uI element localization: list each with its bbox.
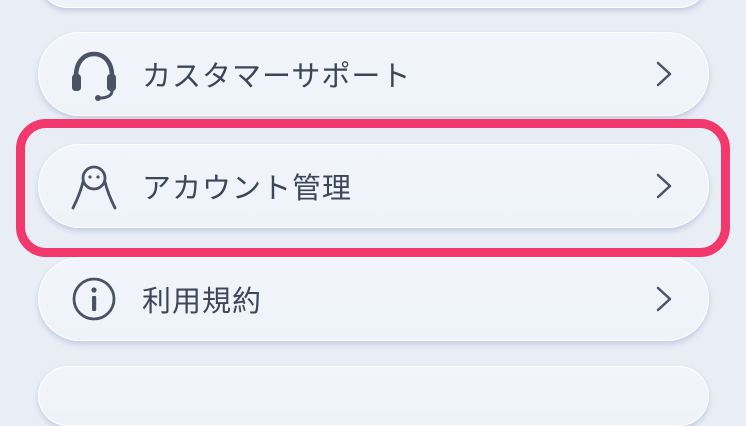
person-icon — [66, 158, 122, 214]
headset-icon — [66, 46, 122, 102]
menu-item-partial-bottom[interactable] — [38, 366, 709, 426]
menu-item-label: アカウント管理 — [142, 171, 353, 205]
menu-item-label: 利用規約 — [142, 284, 263, 318]
menu-item-terms-of-use[interactable]: 利用規約 — [38, 257, 709, 341]
chevron-right-icon — [655, 172, 673, 200]
menu-item-partial-top[interactable] — [38, 0, 709, 8]
menu-item-label: カスタマーサポート — [142, 59, 412, 93]
chevron-right-icon — [655, 60, 673, 88]
menu-item-customer-support[interactable]: カスタマーサポート — [38, 32, 709, 116]
info-icon — [66, 271, 122, 327]
chevron-right-icon — [655, 285, 673, 313]
menu-item-account-management[interactable]: アカウント管理 — [38, 144, 709, 228]
